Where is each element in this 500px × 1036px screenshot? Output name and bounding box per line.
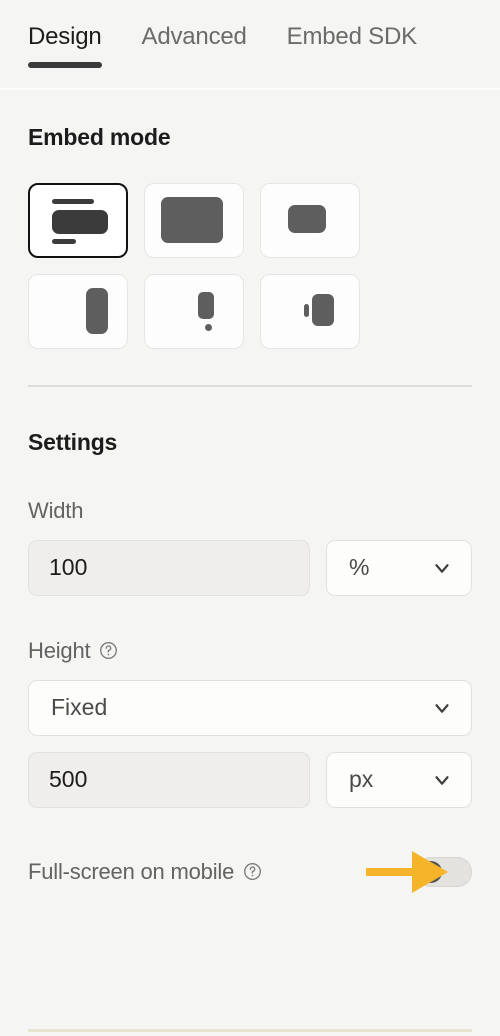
side-drawer-layout-icon: [274, 286, 346, 338]
width-label: Width: [28, 497, 84, 523]
height-input[interactable]: 500: [28, 751, 310, 808]
question-circle-icon[interactable]: [243, 862, 262, 881]
inline-layout-icon: [42, 195, 114, 247]
popover-layout-icon: [158, 286, 230, 338]
width-unit-value: %: [349, 554, 370, 580]
fullscreen-label: Full-screen on mobile: [28, 858, 235, 884]
fullscreen-label-group: Full-screen on mobile: [28, 859, 262, 885]
embed-mode-inline[interactable]: [28, 183, 128, 258]
tab-bar: Design Advanced Embed SDK: [0, 0, 500, 90]
embed-mode-full-page[interactable]: [144, 183, 244, 258]
tab-bar-divider: [0, 88, 500, 90]
embed-mode-options: [28, 183, 472, 349]
height-mode-select[interactable]: Fixed: [28, 679, 472, 736]
height-label-row: Height: [28, 638, 472, 664]
height-mode-value: Fixed: [51, 694, 108, 720]
height-unit-select[interactable]: px: [326, 751, 472, 808]
chevron-down-icon: [431, 697, 453, 719]
modal-layout-icon: [274, 195, 346, 247]
embed-mode-slide-in[interactable]: [28, 274, 128, 349]
embed-mode-side-drawer[interactable]: [260, 274, 360, 349]
chevron-down-icon: [431, 769, 453, 791]
height-unit-value: px: [349, 766, 374, 792]
settings-heading: Settings: [28, 428, 118, 455]
tab-design[interactable]: Design: [28, 22, 102, 76]
full-page-layout-icon: [158, 195, 230, 247]
width-row: 100 %: [28, 539, 472, 596]
question-circle-icon[interactable]: [99, 641, 118, 660]
toggle-knob: [420, 860, 442, 883]
width-input[interactable]: 100: [28, 539, 310, 596]
chevron-down-icon: [431, 557, 453, 579]
fullscreen-toggle[interactable]: [416, 856, 472, 887]
embed-mode-popover[interactable]: [144, 274, 244, 349]
embed-mode-modal[interactable]: [260, 183, 360, 258]
tab-advanced[interactable]: Advanced: [142, 22, 247, 76]
width-label-row: Width: [28, 498, 472, 524]
height-mode-row: Fixed: [28, 679, 472, 736]
fullscreen-mobile-row: Full-screen on mobile: [28, 850, 472, 893]
width-unit-select[interactable]: %: [326, 539, 472, 596]
panel-content: Embed mode Settings Width 100 % Height F…: [0, 90, 500, 893]
slide-in-layout-icon: [42, 286, 114, 338]
height-value-row: 500 px: [28, 751, 472, 808]
tab-embed-sdk[interactable]: Embed SDK: [287, 22, 417, 76]
embed-settings-panel: Design Advanced Embed SDK Embed mode Set…: [0, 0, 500, 1036]
bottom-banner-edge: [28, 1029, 472, 1032]
height-label: Height: [28, 637, 91, 663]
embed-mode-heading: Embed mode: [28, 124, 171, 150]
